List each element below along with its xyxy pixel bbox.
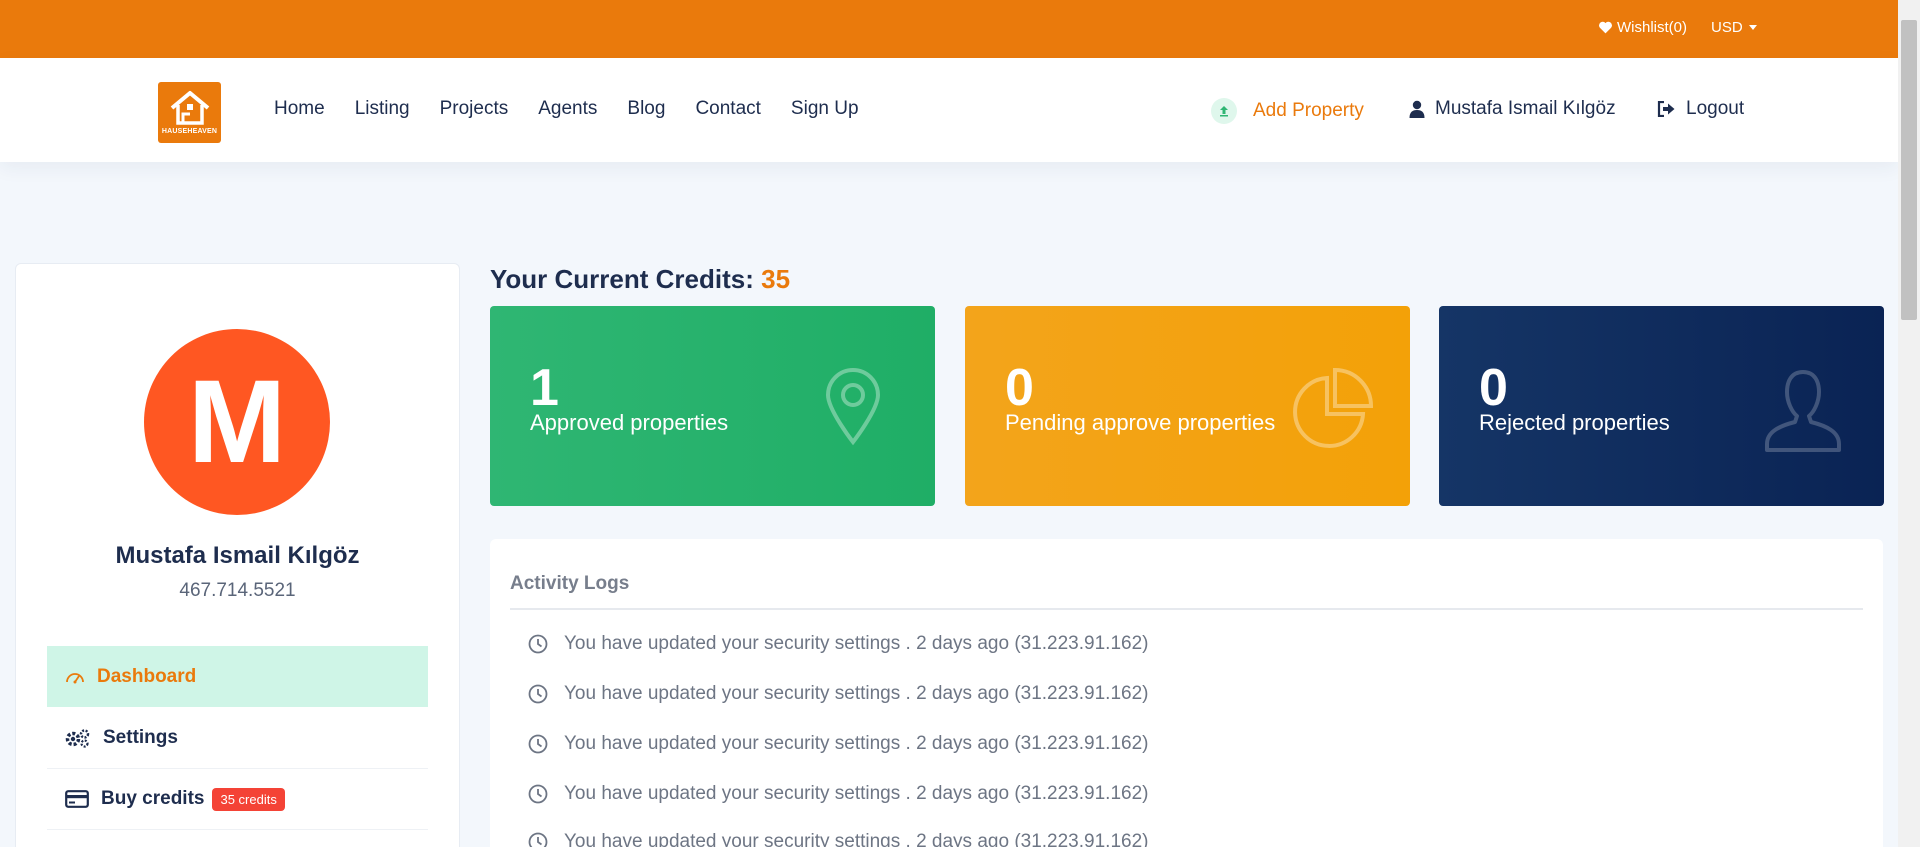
clock-icon [528,684,548,704]
activity-logs-title: Activity Logs [510,573,630,594]
credits-badge: 35 credits [212,787,285,811]
pending-label: Pending approve properties [1005,410,1276,435]
log-text: You have updated your security settings … [564,831,1149,847]
sidebar-item-label: Settings [103,727,178,748]
nav-blog[interactable]: Blog [627,98,665,120]
log-text: You have updated your security settings … [564,783,1149,804]
pie-chart-icon [1293,368,1373,448]
credits-heading: Your Current Credits: 35 [490,264,790,295]
main-menu: Home Listing Projects Agents Blog Contac… [274,98,859,120]
clock-icon [528,634,548,654]
sign-out-icon [1657,101,1675,117]
sidebar-item-label: Dashboard [97,665,197,687]
wishlist-label: Wishlist(0) [1617,19,1687,36]
nav-listing[interactable]: Listing [355,98,410,120]
heart-icon [1599,21,1612,34]
scrollbar-thumb[interactable] [1901,20,1917,320]
sidebar-item-label: Buy credits [101,788,205,809]
profile-name: Mustafa Ismail Kılgöz [115,542,360,569]
list-item: You have updated your security settings … [528,783,1148,805]
nav-home[interactable]: Home [274,98,325,120]
log-text: You have updated your security settings … [564,733,1149,754]
divider [510,608,1863,610]
sidebar-item-dashboard[interactable]: Dashboard [47,646,428,707]
user-icon [1409,100,1425,118]
pending-count: 0 [1005,359,1034,417]
log-text: You have updated your security settings … [564,683,1149,704]
approved-count: 1 [530,359,559,417]
rejected-count: 0 [1479,359,1508,417]
gauge-icon [66,672,84,683]
user-name-label: Mustafa Ismail Kılgöz [1435,98,1616,119]
site-logo[interactable]: HAUSEHEAVEN [158,82,221,143]
pending-properties-card[interactable]: 0 Pending approve properties [965,306,1410,506]
activity-logs-panel: Activity Logs You have updated your secu… [490,539,1883,847]
main-navbar: HAUSEHEAVEN Home Listing Projects Agents… [0,58,1898,162]
nav-projects[interactable]: Projects [440,98,509,120]
list-item: You have updated your security settings … [528,633,1148,655]
logout-label: Logout [1686,98,1745,119]
wishlist-link[interactable]: Wishlist(0) [1598,19,1687,36]
credits-label: Your Current Credits: [490,264,754,294]
logo-text: HAUSEHEAVEN [161,128,218,135]
nav-contact[interactable]: Contact [695,98,760,120]
user-account-link[interactable]: Mustafa Ismail Kılgöz [1409,98,1616,120]
credits-value: 35 [761,264,791,294]
approved-properties-card[interactable]: 1 Approved properties [490,306,935,506]
scrollbar[interactable] [1898,0,1920,847]
profile-phone: 467.714.5521 [179,580,296,601]
currency-dropdown[interactable]: USD [1711,19,1757,36]
add-property-link[interactable]: Add Property [1211,98,1364,124]
house-logo-icon [170,91,209,125]
logout-link[interactable]: Logout [1657,98,1744,120]
clock-icon [528,832,548,847]
profile-sidebar: M Mustafa Ismail Kılgöz 467.714.5521 Das… [15,263,460,847]
caret-down-icon [1748,25,1757,30]
nav-sign-up[interactable]: Sign Up [791,98,859,120]
map-pin-icon [825,368,881,446]
credit-card-icon [65,790,89,808]
clock-icon [528,784,548,804]
top-bar: Wishlist(0) USD [0,0,1898,58]
list-item: You have updated your security settings … [528,831,1148,847]
gears-icon [65,729,90,748]
sidebar-item-buy-credits[interactable]: Buy credits 35 credits [47,769,428,830]
sidebar-item-settings[interactable]: Settings [47,708,428,769]
avatar: M [144,329,330,515]
upload-icon [1211,98,1237,124]
add-property-label: Add Property [1253,100,1364,121]
list-item: You have updated your security settings … [528,683,1148,705]
clock-icon [528,734,548,754]
list-item: You have updated your security settings … [528,733,1148,755]
user-outline-icon [1765,370,1841,452]
approved-label: Approved properties [530,410,729,435]
nav-agents[interactable]: Agents [538,98,597,120]
rejected-properties-card[interactable]: 0 Rejected properties [1439,306,1884,506]
currency-label: USD [1711,19,1743,36]
rejected-label: Rejected properties [1479,410,1670,435]
log-text: You have updated your security settings … [564,633,1149,654]
